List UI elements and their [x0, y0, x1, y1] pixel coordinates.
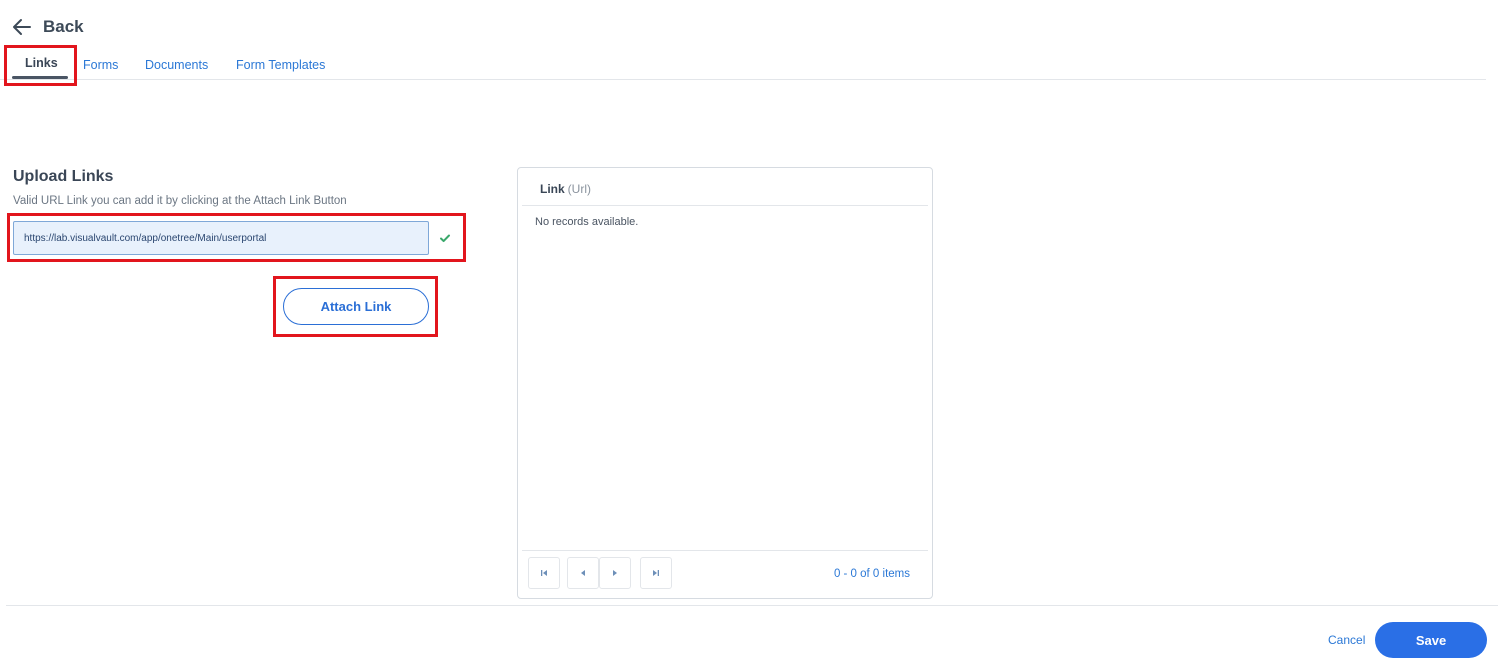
tab-links[interactable]: Links: [25, 56, 58, 70]
active-tab-indicator: [12, 76, 68, 79]
back-button[interactable]: Back: [10, 15, 84, 39]
attach-link-button[interactable]: Attach Link: [283, 288, 429, 325]
tab-documents[interactable]: Documents: [145, 58, 208, 72]
grid-header: Link (Url): [522, 168, 928, 206]
save-button[interactable]: Save: [1375, 622, 1487, 658]
arrow-left-icon: [13, 19, 31, 35]
back-label: Back: [43, 17, 84, 36]
last-page-button[interactable]: [640, 557, 672, 589]
next-page-icon: [613, 570, 617, 576]
empty-message: No records available.: [535, 216, 639, 228]
tab-bar: Links Forms Documents Form Templates: [0, 44, 1486, 80]
prev-page-icon: [581, 570, 585, 576]
check-icon: [440, 234, 450, 243]
pager-info: 0 - 0 of 0 items: [833, 568, 910, 580]
section-title: Upload Links: [13, 168, 114, 185]
column-title: Link: [540, 182, 565, 196]
next-page-button[interactable]: [599, 557, 631, 589]
prev-page-button[interactable]: [567, 557, 599, 589]
grid-pager: 0 - 0 of 0 items: [522, 550, 928, 596]
tab-form-templates[interactable]: Form Templates: [236, 58, 325, 72]
links-grid: Link (Url) No records available. 0 - 0 of…: [517, 167, 933, 599]
first-page-icon: [541, 570, 547, 576]
last-page-icon: [653, 570, 659, 576]
column-header-link[interactable]: Link (Url): [540, 182, 591, 196]
column-subtitle: (Url): [567, 182, 591, 196]
tab-forms[interactable]: Forms: [83, 58, 118, 72]
url-input[interactable]: [13, 221, 429, 255]
section-description: Valid URL Link you can add it by clickin…: [13, 195, 347, 207]
footer-divider: [6, 605, 1498, 606]
cancel-button[interactable]: Cancel: [1328, 633, 1365, 647]
first-page-button[interactable]: [528, 557, 560, 589]
